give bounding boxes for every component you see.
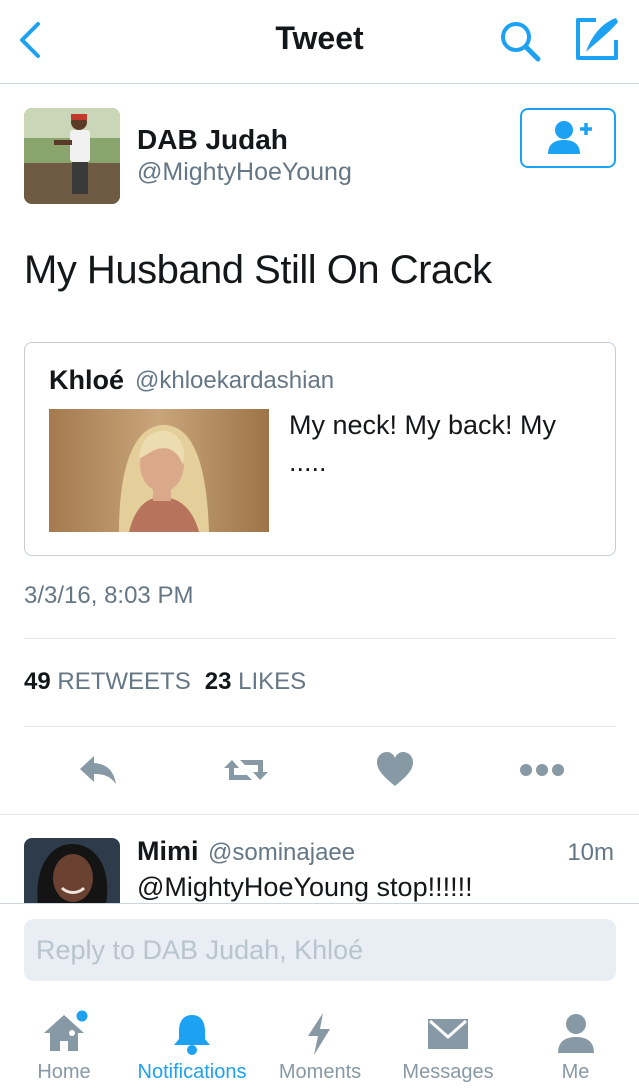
tweet-text: My Husband Still On Crack <box>24 248 492 292</box>
notification-dot <box>76 1010 88 1022</box>
person-icon <box>557 1014 594 1053</box>
reply-author-avatar[interactable] <box>24 838 120 904</box>
reply-input[interactable] <box>24 919 616 981</box>
reply-time: 10m <box>567 839 614 866</box>
tab-me[interactable]: Me <box>512 999 639 1091</box>
quote-media-image[interactable] <box>49 409 269 532</box>
quote-text: My neck! My back! My ..... <box>289 410 557 477</box>
home-icon <box>44 1010 88 1051</box>
author-name[interactable]: DAB Judah <box>137 124 288 156</box>
retweets-label: RETWEETS <box>57 668 191 695</box>
tab-moments[interactable]: Moments <box>256 999 384 1091</box>
divider <box>24 726 616 727</box>
nav-bar: Tweet <box>0 0 639 84</box>
author-handle[interactable]: @MightyHoeYoung <box>137 158 352 187</box>
lightning-icon <box>308 1013 330 1055</box>
tab-home[interactable]: Home <box>0 999 128 1091</box>
tweet-timestamp: 3/3/16, 8:03 PM <box>24 582 194 609</box>
tweet-stats: 49 RETWEETS 23 LIKES <box>24 668 306 696</box>
retweets-count: 49 <box>24 668 51 695</box>
retweet-button[interactable] <box>222 748 268 792</box>
add-user-icon <box>548 121 592 154</box>
author-avatar[interactable] <box>24 108 120 204</box>
likes-count: 23 <box>204 668 232 695</box>
like-button[interactable] <box>373 748 417 792</box>
retweet-icon <box>224 760 268 780</box>
section-divider <box>0 814 639 815</box>
reply-text: @MightyHoeYoung stop!!!!!! <box>137 872 473 902</box>
tab-label: Messages <box>402 1061 494 1083</box>
likes-label: LIKES <box>238 668 307 695</box>
reply-author-handle[interactable]: @sominajaee <box>208 839 355 867</box>
likes-stat[interactable]: 23 LIKES <box>205 668 306 695</box>
tab-messages[interactable]: Messages <box>384 999 512 1091</box>
compose-icon <box>576 18 618 60</box>
tab-notifications[interactable]: Notifications <box>128 999 256 1091</box>
reply-author-name[interactable]: Mimi <box>137 836 199 867</box>
compose-button[interactable] <box>570 14 622 66</box>
tab-bar: Home Notifications Moments Messages Me <box>0 999 639 1091</box>
reply-button[interactable] <box>76 748 120 792</box>
tab-label: Home <box>37 1061 91 1083</box>
tab-label: Moments <box>278 1061 362 1083</box>
retweets-stat[interactable]: 49 RETWEETS <box>24 668 191 695</box>
search-button[interactable] <box>496 16 546 66</box>
quote-author-name: Khloé <box>49 365 125 395</box>
more-button[interactable] <box>518 748 568 792</box>
quoted-tweet-card[interactable]: Khloé @khloekardashian My neck! My back!… <box>24 342 616 556</box>
divider <box>24 638 616 639</box>
reply-icon <box>80 756 116 784</box>
search-icon <box>501 22 541 62</box>
heart-icon <box>377 752 413 786</box>
reply-composer <box>0 903 639 999</box>
tab-label: Notifications <box>137 1061 247 1083</box>
more-icon <box>520 764 564 776</box>
quote-author-handle: @khloekardashian <box>135 367 335 394</box>
bell-icon <box>174 1015 210 1055</box>
follow-button[interactable] <box>520 108 616 168</box>
envelope-icon <box>428 1019 468 1049</box>
tab-label: Me <box>561 1061 590 1083</box>
